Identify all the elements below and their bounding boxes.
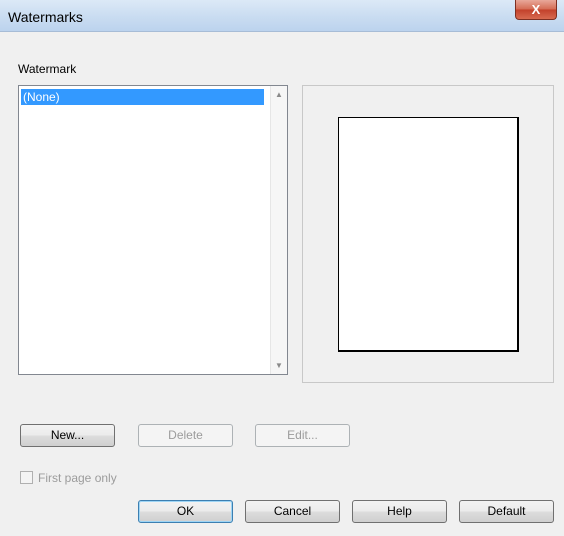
scroll-down-arrow-icon[interactable]: ▼	[271, 357, 287, 374]
list-item-none[interactable]: (None)	[21, 89, 264, 105]
close-button[interactable]: X	[515, 0, 557, 20]
close-icon: X	[531, 2, 541, 17]
scroll-up-arrow-icon[interactable]: ▲	[271, 86, 287, 103]
new-button[interactable]: New...	[20, 424, 115, 447]
preview-page	[338, 117, 519, 352]
watermark-preview	[302, 85, 554, 383]
ok-button[interactable]: OK	[138, 500, 233, 523]
edit-button[interactable]: Edit...	[255, 424, 350, 447]
cancel-button[interactable]: Cancel	[245, 500, 340, 523]
list-scrollbar[interactable]: ▲ ▼	[270, 86, 287, 374]
watermark-list[interactable]: (None) ▲ ▼	[18, 85, 288, 375]
title-bar: Watermarks X	[0, 0, 564, 32]
help-button[interactable]: Help	[352, 500, 447, 523]
delete-button[interactable]: Delete	[138, 424, 233, 447]
first-page-only-checkbox[interactable]	[20, 471, 33, 484]
window-title: Watermarks	[8, 9, 83, 25]
default-button[interactable]: Default	[459, 500, 554, 523]
watermark-group-label: Watermark	[18, 62, 77, 76]
first-page-only-label: First page only	[38, 471, 117, 485]
